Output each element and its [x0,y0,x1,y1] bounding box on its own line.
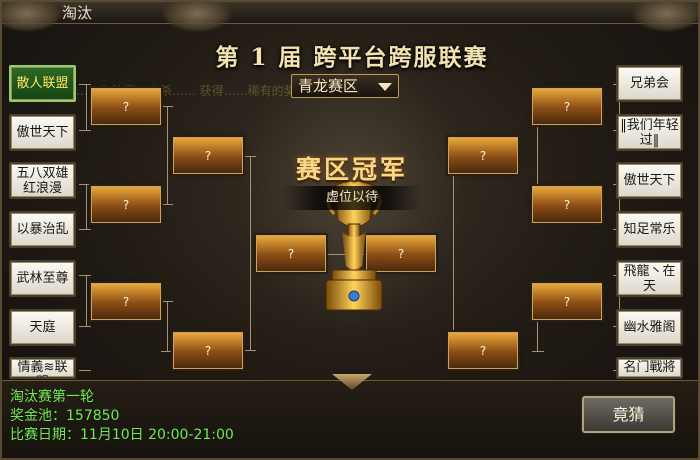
team-left-4[interactable]: 以暴治乱 [9,211,76,248]
bet-button[interactable]: 竟猜 [582,396,675,433]
team-left-5[interactable]: 武林至尊 [9,260,76,297]
team-right-4[interactable]: 知足常乐 [616,211,683,248]
team-left-7[interactable]: 情義≋联盟 [9,357,76,379]
team-left-6[interactable]: 天庭 [9,309,76,346]
team-right-6[interactable]: 幽水雅阁 [616,309,683,346]
prize-pool: 奖金池：157850 [10,408,120,424]
match-date: 比赛日期：11月10日 20:00-21:00 [10,427,234,443]
bracket-slot-right-r2-3[interactable]: ? [532,283,602,320]
team-left-2[interactable]: 傲世天下 [9,114,76,151]
champion-name: 虚位以待 [325,190,378,205]
bracket-slot-left-r3-2[interactable]: ? [173,332,243,369]
team-left-3[interactable]: 五八双雄红浪漫 [9,162,76,199]
bracket-slot-right-r3-2[interactable]: ? [448,332,518,369]
team-right-3[interactable]: 傲世天下 [616,162,683,199]
bracket-slot-left-r2-1[interactable]: ? [91,88,161,125]
bracket-slot-left-r2-2[interactable]: ? [91,186,161,223]
team-right-7[interactable]: 名门戰將 [616,357,683,379]
tournament-window: 淘汰 …… 淘汰赛，击杀…… 获得……稀有的奖励…… 第 1 届 跨平台跨服联赛… [0,0,700,460]
bracket-slot-left-r2-3[interactable]: ? [91,283,161,320]
bracket-slot-right-r2-1[interactable]: ? [532,88,602,125]
bracket-slot-left-semi[interactable]: ? [256,235,326,272]
team-right-5[interactable]: 飛龍丶在天 [616,260,683,297]
champion-banner: 虚位以待 [282,186,422,210]
round-label: 淘汰赛第一轮 [10,389,94,405]
team-right-2[interactable]: ‖我们年轻过‖ [616,114,683,151]
champion-title: 赛区冠军 [295,155,408,184]
team-right-1[interactable]: 兄弟会 [616,65,683,102]
bracket-slot-right-r2-2[interactable]: ? [532,186,602,223]
bracket-slot-right-r3-1[interactable]: ? [448,137,518,174]
team-left-1[interactable]: 散人联盟 [9,65,76,102]
bracket-slot-left-r3-1[interactable]: ? [173,137,243,174]
